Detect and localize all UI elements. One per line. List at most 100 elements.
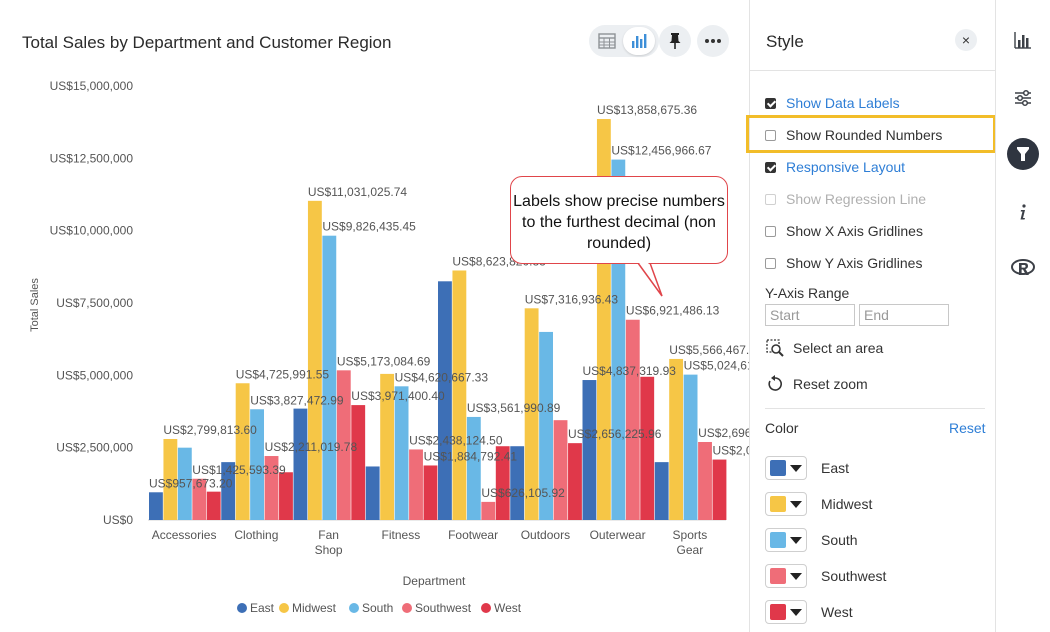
y-tick-label: US$7,500,000: [56, 296, 133, 310]
bar: [380, 373, 395, 520]
option-show-data-labels[interactable]: Show Data Labels: [765, 93, 900, 113]
data-label: US$957,673.20: [149, 476, 233, 490]
bar: [163, 438, 178, 520]
color-picker-south[interactable]: [765, 528, 807, 552]
callout-pointer-mask: [639, 262, 649, 265]
data-label: US$4,725,991.55: [236, 367, 330, 381]
x-tick-label: Footwear: [448, 528, 498, 542]
checkbox[interactable]: [765, 161, 776, 173]
x-tick-label: Clothing: [234, 528, 278, 542]
bar: [177, 447, 192, 520]
view-toggle[interactable]: [589, 25, 659, 57]
bar: [279, 472, 293, 520]
reset-icon: [768, 375, 782, 391]
legend-label: Midwest: [292, 601, 337, 615]
legend-label: East: [250, 601, 275, 615]
style-panel-title: Style: [766, 32, 804, 51]
option-responsive-layout[interactable]: Responsive Layout: [765, 157, 905, 177]
checkbox[interactable]: [765, 97, 776, 109]
rail-style-button[interactable]: [1007, 138, 1039, 170]
more-button[interactable]: [697, 25, 729, 57]
option-label: Show X Axis Gridlines: [786, 223, 923, 239]
checkbox[interactable]: [765, 257, 776, 269]
bar: [221, 462, 236, 520]
option-label: Show Y Axis Gridlines: [786, 255, 923, 271]
color-picker-west[interactable]: [765, 600, 807, 624]
bar: [206, 491, 221, 520]
rail-r-analytics-button[interactable]: [1007, 252, 1039, 284]
data-label: US$13,858,675.36: [597, 103, 697, 117]
color-section-label: Color: [765, 420, 799, 436]
pin-button[interactable]: [659, 25, 691, 57]
data-label: US$3,561,990.89: [467, 401, 561, 415]
checkbox[interactable]: [765, 225, 776, 237]
color-swatch: [770, 496, 786, 512]
bar: [235, 383, 250, 520]
color-swatch: [770, 460, 786, 476]
annotation-callout: Labels show precise numbers to the furth…: [510, 176, 728, 264]
y-tick-label: US$10,000,000: [50, 224, 134, 238]
rail-settings-button[interactable]: [1007, 82, 1039, 114]
bar: [394, 386, 409, 520]
rail-chart-button[interactable]: [1007, 24, 1039, 56]
data-label: US$5,173,084.69: [337, 354, 431, 368]
highlight-box: [746, 115, 996, 153]
y-tick-label: US$2,500,000: [56, 441, 133, 455]
y-axis-end-input[interactable]: [859, 304, 949, 326]
bar: [669, 358, 684, 520]
chart-view-button[interactable]: [623, 27, 655, 55]
pin-icon: [669, 33, 681, 49]
y-tick-label: US$5,000,000: [56, 368, 133, 382]
data-label: US$3,827,472.99: [250, 393, 344, 407]
bar: [409, 449, 423, 520]
color-swatch: [770, 532, 786, 548]
rail-info-button[interactable]: [1007, 196, 1039, 228]
bar: [264, 456, 279, 520]
settings-sliders-icon: [1015, 89, 1031, 107]
color-row-east: East: [765, 456, 849, 480]
color-picker-midwest[interactable]: [765, 492, 807, 516]
close-button[interactable]: ×: [955, 29, 977, 51]
y-tick-label: US$15,000,000: [50, 79, 134, 93]
data-label: US$2,088,831.65: [713, 444, 751, 458]
legend-label: Southwest: [415, 601, 472, 615]
select-area-label: Select an area: [793, 340, 884, 356]
bar: [640, 376, 655, 520]
chart-title: Total Sales by Department and Customer R…: [22, 33, 392, 52]
table-icon: [598, 33, 616, 49]
color-row-south: South: [765, 528, 858, 552]
option-show-y-axis-gridlines[interactable]: Show Y Axis Gridlines: [765, 253, 922, 273]
x-axis-title: Department: [403, 574, 466, 588]
y-axis-title: Total Sales: [29, 278, 41, 332]
color-reset-link[interactable]: Reset: [949, 420, 986, 436]
bar: [423, 465, 438, 520]
color-picker-southwest[interactable]: [765, 564, 807, 588]
data-label: US$5,566,467.28: [669, 343, 750, 357]
legend-swatch: [237, 603, 247, 613]
bar: [568, 443, 582, 520]
data-label: US$7,316,936.43: [525, 292, 619, 306]
table-view-button[interactable]: [591, 27, 623, 55]
data-label: US$1,425,593.39: [192, 463, 286, 477]
bar: [698, 441, 712, 520]
data-label: US$11,031,025.74: [308, 185, 408, 199]
reset-zoom-button[interactable]: Reset zoom: [766, 374, 868, 394]
option-label: Show Regression Line: [786, 191, 927, 207]
x-tick-label: Accessories: [152, 528, 217, 542]
bar: [452, 270, 467, 520]
select-area-button[interactable]: Select an area: [766, 338, 883, 358]
data-label: US$9,826,435.45: [322, 220, 416, 234]
option-show-x-axis-gridlines[interactable]: Show X Axis Gridlines: [765, 221, 923, 241]
caret-down-icon: [790, 500, 802, 508]
y-axis-start-input[interactable]: [765, 304, 855, 326]
x-tick-label: Outdoors: [521, 528, 570, 542]
legend-swatch: [349, 603, 359, 613]
data-label: US$4,837,319.93: [583, 364, 677, 378]
legend-swatch: [279, 603, 289, 613]
color-picker-east[interactable]: [765, 456, 807, 480]
bar-chart: US$0 US$2,500,000 US$5,000,000 US$7,500,000…: [29, 79, 751, 615]
bar: [654, 462, 669, 520]
bar: [683, 374, 698, 520]
color-swatch: [770, 604, 786, 620]
bar: [582, 380, 597, 520]
